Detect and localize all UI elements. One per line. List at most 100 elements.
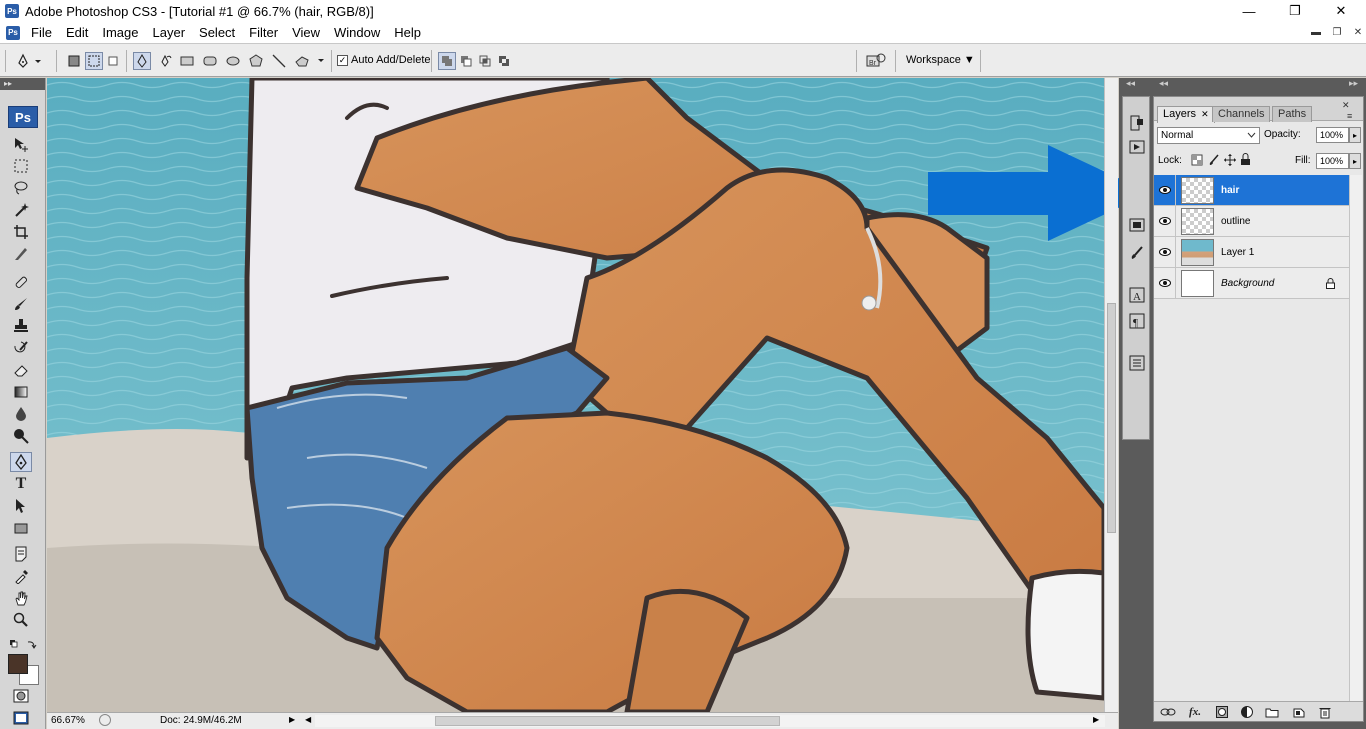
pen-tool-button[interactable] xyxy=(133,52,151,70)
adjustment-layer-button[interactable] xyxy=(1239,705,1255,719)
eraser-tool[interactable] xyxy=(10,360,32,380)
marquee-tool[interactable] xyxy=(10,156,32,176)
zoom-level[interactable]: 66.67% xyxy=(51,715,85,726)
screen-mode-button[interactable] xyxy=(10,708,32,728)
polygon-tool-button[interactable] xyxy=(247,52,265,70)
auto-add-delete-option[interactable]: ✓ Auto Add/Delete xyxy=(337,54,431,66)
move-tool[interactable] xyxy=(10,134,32,154)
layer-row-background[interactable]: Background xyxy=(1154,267,1349,299)
lock-all-icon[interactable] xyxy=(1240,153,1251,166)
brush-tool[interactable] xyxy=(10,294,32,314)
tool-preset-picker[interactable] xyxy=(14,52,44,70)
bridge-button[interactable]: Br xyxy=(864,52,888,70)
layer-thumbnail[interactable] xyxy=(1181,207,1214,235)
document-icon[interactable]: Ps xyxy=(6,25,20,40)
dock-collapse-grip[interactable]: ◂◂ xyxy=(1126,78,1135,92)
pen-tool[interactable] xyxy=(10,452,32,472)
menu-filter[interactable]: Filter xyxy=(242,25,285,40)
crop-tool[interactable] xyxy=(10,222,32,242)
lock-transparency-icon[interactable] xyxy=(1191,154,1203,166)
menu-window[interactable]: Window xyxy=(327,25,387,40)
path-subtract-button[interactable] xyxy=(457,52,475,70)
layer-style-button[interactable]: fx. xyxy=(1187,705,1203,719)
visibility-toggle[interactable] xyxy=(1154,267,1176,299)
visibility-toggle[interactable] xyxy=(1154,174,1176,206)
doc-restore-button[interactable]: ❐ xyxy=(1328,24,1346,40)
horizontal-scrollbar[interactable] xyxy=(315,715,1105,727)
lock-position-icon[interactable] xyxy=(1224,154,1236,166)
panel-menu-icon[interactable]: ≡ xyxy=(1347,111,1352,121)
path-intersect-button[interactable] xyxy=(476,52,494,70)
menu-view[interactable]: View xyxy=(285,25,327,40)
type-tool[interactable]: T xyxy=(10,474,32,494)
layer-thumbnail[interactable] xyxy=(1181,176,1214,204)
status-menu-arrow-icon[interactable]: ▶ xyxy=(289,715,295,724)
tab-channels[interactable]: Channels xyxy=(1212,106,1271,122)
color-defaults[interactable] xyxy=(8,638,38,650)
layer-thumbnail[interactable] xyxy=(1181,269,1214,297)
path-add-button[interactable] xyxy=(438,52,456,70)
menu-layer[interactable]: Layer xyxy=(146,25,193,40)
doc-minimize-button[interactable]: ▬ xyxy=(1307,24,1325,40)
hand-tool[interactable] xyxy=(10,588,32,608)
layer-row-hair[interactable]: hair xyxy=(1154,174,1349,206)
close-button[interactable]: ✕ xyxy=(1318,0,1364,22)
tab-layers[interactable]: Layers ✕ xyxy=(1157,106,1215,123)
character-icon[interactable]: A xyxy=(1127,285,1146,305)
fill-slider-toggle[interactable]: ▸ xyxy=(1349,153,1361,169)
brushes-icon[interactable] xyxy=(1127,243,1146,263)
opacity-slider-toggle[interactable]: ▸ xyxy=(1349,127,1361,143)
menu-edit[interactable]: Edit xyxy=(59,25,95,40)
new-layer-button[interactable] xyxy=(1291,705,1307,719)
foreground-color-swatch[interactable] xyxy=(8,654,28,674)
scroll-left-icon[interactable]: ◀ xyxy=(305,715,311,724)
quick-mask-button[interactable] xyxy=(10,686,32,706)
tab-close-icon[interactable]: ✕ xyxy=(1201,109,1209,119)
new-group-button[interactable] xyxy=(1264,705,1280,719)
path-selection-tool[interactable] xyxy=(10,496,32,516)
freeform-pen-button[interactable] xyxy=(156,52,174,70)
add-mask-button[interactable] xyxy=(1214,705,1230,719)
visibility-toggle[interactable] xyxy=(1154,205,1176,237)
tab-paths[interactable]: Paths xyxy=(1272,106,1313,122)
horizontal-scroll-thumb[interactable] xyxy=(435,716,780,726)
vertical-scroll-thumb[interactable] xyxy=(1107,303,1116,533)
opacity-input[interactable]: 100% xyxy=(1316,127,1349,143)
layer-row-outline[interactable]: outline xyxy=(1154,205,1349,237)
layer-name[interactable]: hair xyxy=(1221,185,1239,196)
link-layers-button[interactable] xyxy=(1160,705,1176,719)
layer-thumbnail[interactable] xyxy=(1181,238,1214,266)
minimize-button[interactable]: — xyxy=(1226,0,1272,22)
layer-name[interactable]: Layer 1 xyxy=(1221,247,1254,258)
gradient-tool[interactable] xyxy=(10,382,32,402)
shape-layers-button[interactable] xyxy=(65,52,83,70)
visibility-toggle[interactable] xyxy=(1154,236,1176,268)
lock-pixels-icon[interactable] xyxy=(1208,154,1220,166)
zoom-tool[interactable] xyxy=(10,610,32,630)
status-info-icon[interactable] xyxy=(99,714,111,726)
navigator-icon[interactable] xyxy=(1127,113,1146,133)
blend-mode-select[interactable]: Normal xyxy=(1157,127,1260,144)
ellipse-tool-button[interactable] xyxy=(224,52,242,70)
paragraph-icon[interactable]: ¶ xyxy=(1127,311,1146,331)
eyedropper-tool[interactable] xyxy=(10,566,32,586)
menu-select[interactable]: Select xyxy=(192,25,242,40)
dodge-tool[interactable] xyxy=(10,426,32,446)
custom-shape-picker[interactable] xyxy=(293,52,327,70)
maximize-button[interactable]: ❐ xyxy=(1272,0,1318,22)
rectangle-shape-tool[interactable] xyxy=(10,518,32,538)
doc-close-button[interactable]: ✕ xyxy=(1349,24,1366,40)
path-exclude-button[interactable] xyxy=(495,52,513,70)
tools-panel-grip[interactable]: ▸▸ xyxy=(0,78,45,90)
fill-pixels-button[interactable] xyxy=(104,52,122,70)
notes-tool[interactable] xyxy=(10,544,32,564)
delete-layer-button[interactable] xyxy=(1317,705,1333,719)
dock-collapse-grip-2[interactable]: ◂◂ xyxy=(1159,78,1168,92)
blur-tool[interactable] xyxy=(10,404,32,424)
healing-brush-tool[interactable] xyxy=(10,272,32,292)
panel-close-icon[interactable]: ✕ xyxy=(1342,100,1350,111)
layer-row-layer-1[interactable]: Layer 1 xyxy=(1154,236,1349,268)
auto-add-delete-checkbox[interactable]: ✓ xyxy=(337,54,348,66)
layer-list-scrollbar[interactable] xyxy=(1349,175,1362,705)
line-tool-button[interactable] xyxy=(270,52,288,70)
